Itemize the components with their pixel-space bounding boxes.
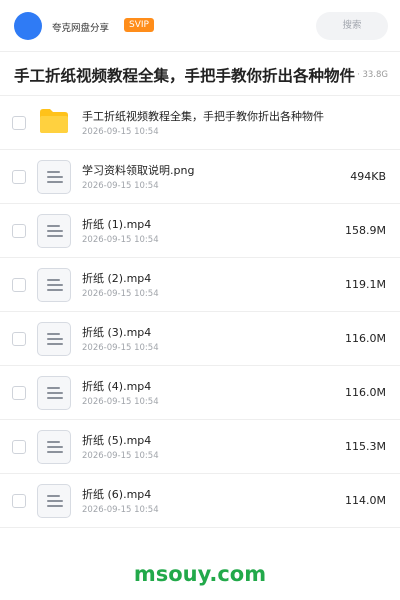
file-date: 2026-09-15 10:54: [82, 289, 159, 299]
file-date: 2026-09-15 10:54: [82, 451, 159, 461]
file-size: 115.3M: [345, 440, 386, 453]
share-title-bar: 项 · 33.8G 手工折纸视频教程全集，手把手教你折出各种物件: [0, 52, 400, 96]
document-icon: [37, 484, 71, 518]
file-row[interactable]: 折纸 (4).mp4 2026-09-15 10:54 116.0M: [0, 366, 400, 420]
file-size: 114.0M: [345, 494, 386, 507]
row-checkbox[interactable]: [12, 170, 26, 184]
file-name: 折纸 (3).mp4: [82, 326, 152, 339]
document-icon: [37, 214, 71, 248]
file-date: 2026-09-15 10:54: [82, 397, 159, 407]
file-name: 学习资料领取说明.png: [82, 164, 195, 177]
file-name: 折纸 (4).mp4: [82, 380, 152, 393]
file-size: 116.0M: [345, 332, 386, 345]
file-date: 2026-09-15 10:54: [82, 235, 159, 245]
row-checkbox[interactable]: [12, 278, 26, 292]
file-name: 折纸 (2).mp4: [82, 272, 152, 285]
row-checkbox[interactable]: [12, 440, 26, 454]
row-checkbox[interactable]: [12, 224, 26, 238]
row-checkbox[interactable]: [12, 386, 26, 400]
file-date: 2026-09-15 10:54: [82, 127, 159, 137]
file-date: 2026-09-15 10:54: [82, 181, 159, 191]
file-name: 折纸 (5).mp4: [82, 434, 152, 447]
row-checkbox[interactable]: [12, 116, 26, 130]
row-checkbox[interactable]: [12, 332, 26, 346]
folder-icon: [40, 109, 68, 133]
file-row[interactable]: 折纸 (2).mp4 2026-09-15 10:54 119.1M: [0, 258, 400, 312]
document-icon: [37, 322, 71, 356]
file-name: 折纸 (6).mp4: [82, 488, 152, 501]
file-date: 2026-09-15 10:54: [82, 343, 159, 353]
file-row[interactable]: 折纸 (6).mp4 2026-09-15 10:54 114.0M: [0, 474, 400, 528]
document-icon: [37, 430, 71, 464]
owner-name: 夸克网盘分享: [52, 23, 110, 34]
file-size: 494KB: [350, 170, 386, 183]
user-avatar[interactable]: [14, 12, 42, 40]
file-date: 2026-09-15 10:54: [82, 505, 159, 515]
file-row[interactable]: 折纸 (3).mp4 2026-09-15 10:54 116.0M: [0, 312, 400, 366]
file-row[interactable]: 学习资料领取说明.png 2026-09-15 10:54 494KB: [0, 150, 400, 204]
document-icon: [37, 376, 71, 410]
folder-row[interactable]: 手工折纸视频教程全集，手把手教你折出各种物件 2026-09-15 10:54: [0, 96, 400, 150]
row-checkbox[interactable]: [12, 494, 26, 508]
file-name: 手工折纸视频教程全集，手把手教你折出各种物件: [82, 110, 324, 123]
file-size: 116.0M: [345, 386, 386, 399]
document-icon: [37, 160, 71, 194]
file-size: 119.1M: [345, 278, 386, 291]
document-icon: [37, 268, 71, 302]
file-row[interactable]: 折纸 (5).mp4 2026-09-15 10:54 115.3M: [0, 420, 400, 474]
file-size: 158.9M: [345, 224, 386, 237]
watermark-brand: msouy.com: [133, 562, 267, 586]
page-title: 手工折纸视频教程全集，手把手教你折出各种物件: [14, 64, 357, 86]
file-row[interactable]: 折纸 (1).mp4 2026-09-15 10:54 158.9M: [0, 204, 400, 258]
search-input[interactable]: 搜索: [316, 12, 388, 40]
file-name: 折纸 (1).mp4: [82, 218, 152, 231]
svip-badge: SVIP: [124, 18, 154, 32]
share-header: 夸克网盘分享 SVIP 搜索: [0, 0, 400, 52]
